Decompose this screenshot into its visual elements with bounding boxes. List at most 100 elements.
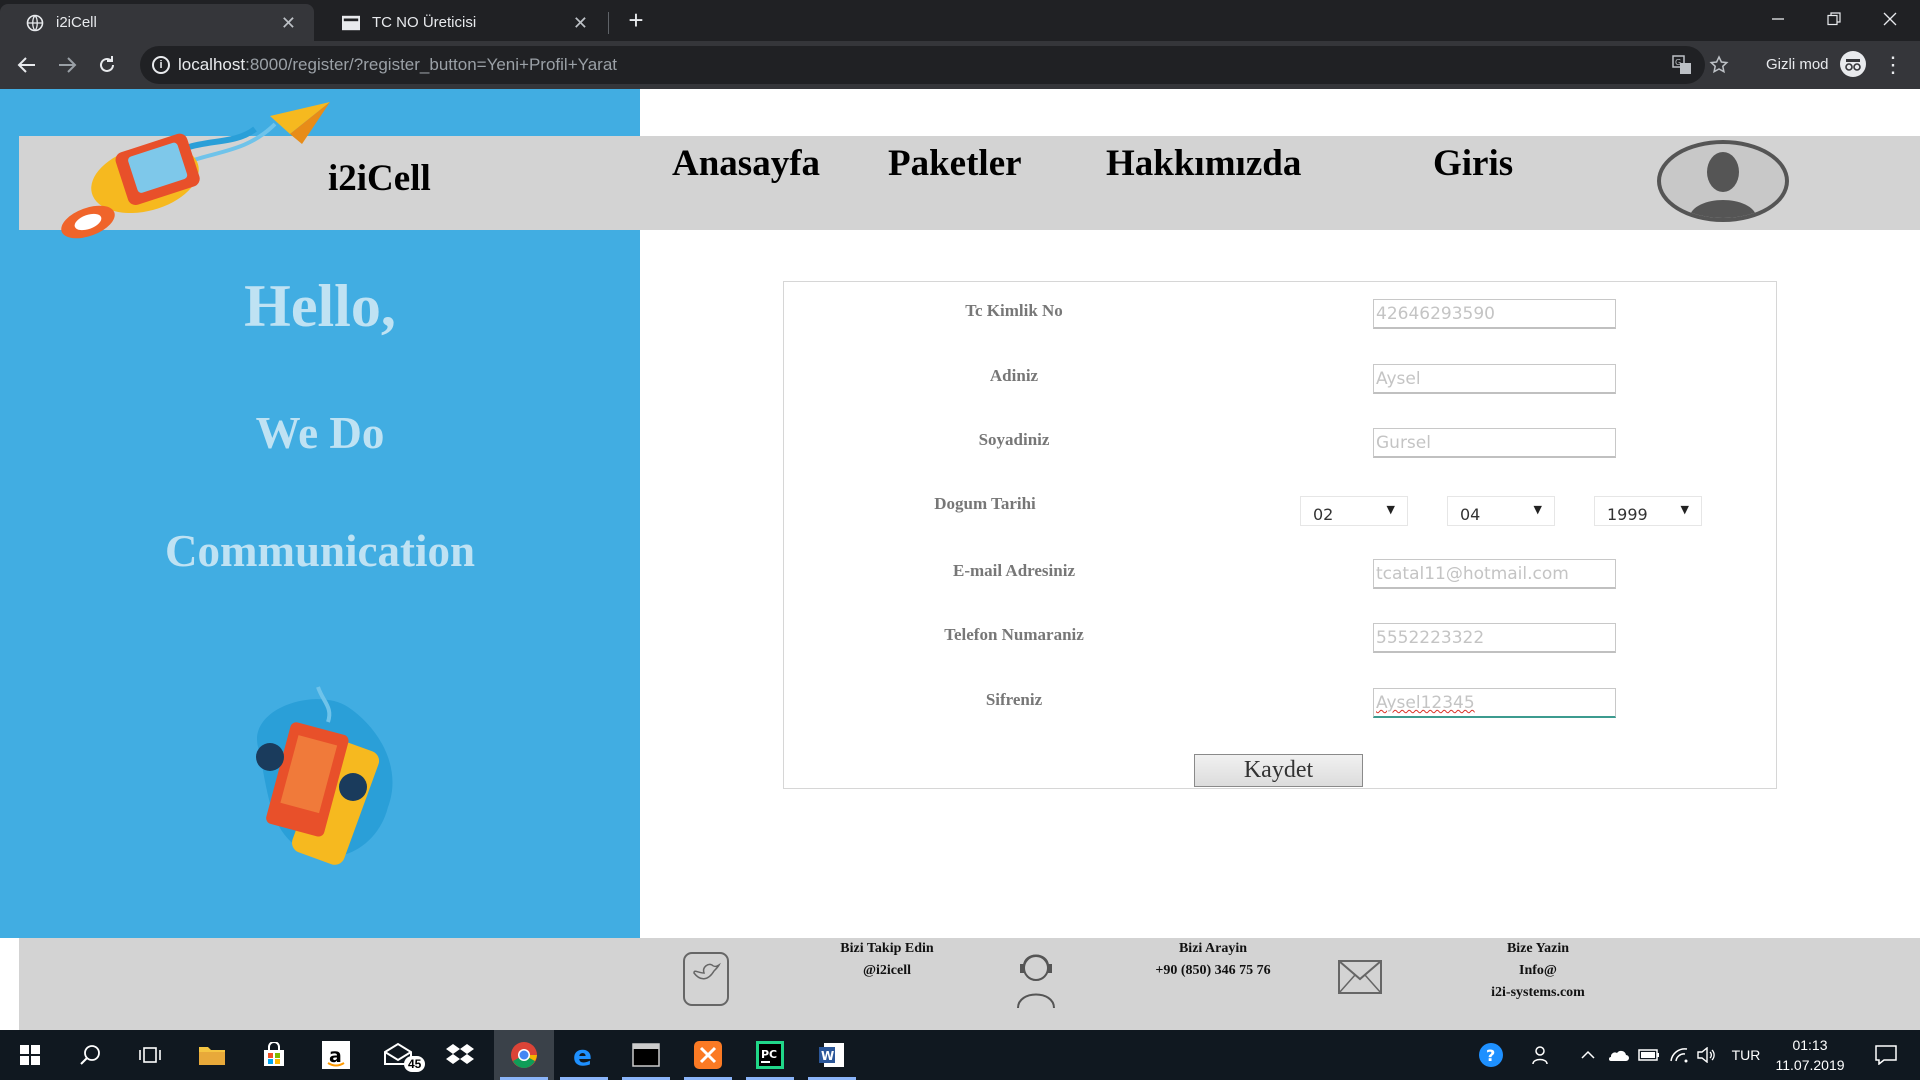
reload-icon[interactable] — [93, 51, 121, 79]
bookmark-star-icon[interactable] — [1708, 54, 1730, 76]
svg-text:W: W — [821, 1049, 834, 1063]
tc-kimlik-input[interactable]: 42646293590 — [1373, 299, 1616, 329]
telefon-label: Telefon Numaraniz — [944, 625, 1084, 644]
dropdown-caret-icon: ▼ — [1680, 503, 1689, 516]
people-icon[interactable] — [1530, 1030, 1554, 1080]
clock[interactable]: 01:13 11.07.2019 — [1772, 1030, 1848, 1080]
follow-us-block: Bizi Takip Edin @i2icell — [787, 938, 987, 982]
email-line2[interactable]: i2i-systems.com — [1413, 982, 1663, 1004]
svg-text:G: G — [1675, 58, 1681, 67]
site-info-icon[interactable]: i — [152, 56, 170, 74]
adiniz-input[interactable]: Aysel — [1373, 364, 1616, 394]
sifre-label: Sifreniz — [985, 690, 1043, 709]
terminal-icon[interactable] — [616, 1030, 676, 1080]
email-input[interactable]: tcatal11@hotmail.com — [1373, 559, 1616, 589]
write-us-block: Bize Yazin Info@ i2i-systems.com — [1413, 938, 1663, 1004]
phone-number[interactable]: +90 (850) 346 75 76 — [1088, 960, 1338, 982]
tab-i2icell[interactable]: i2iCell ✕ — [0, 4, 314, 41]
site-favicon-icon — [342, 14, 360, 32]
help-icon[interactable]: ? — [1476, 1030, 1506, 1080]
dropdown-caret-icon: ▼ — [1386, 503, 1395, 516]
twitter-handle[interactable]: @i2icell — [787, 960, 987, 982]
search-icon[interactable] — [60, 1030, 120, 1080]
word-icon[interactable]: W — [802, 1030, 862, 1080]
incognito-label[interactable]: Gizli mod — [1766, 56, 1829, 73]
incognito-icon[interactable] — [1840, 51, 1866, 77]
volume-icon[interactable] — [1694, 1030, 1720, 1080]
dropdown-caret-icon: ▼ — [1533, 503, 1542, 516]
twitter-icon[interactable] — [682, 951, 730, 1012]
telefon-input[interactable]: 5552223322 — [1373, 623, 1616, 653]
battery-icon[interactable] — [1636, 1030, 1662, 1080]
back-icon[interactable] — [13, 51, 41, 79]
hero-communication: Communication — [164, 526, 475, 576]
save-button[interactable]: Kaydet — [1194, 754, 1363, 787]
amazon-icon[interactable]: a — [306, 1030, 366, 1080]
restore-icon[interactable] — [1806, 0, 1862, 38]
url-host: localhost — [178, 55, 246, 74]
onedrive-icon[interactable] — [1604, 1030, 1632, 1080]
close-window-icon[interactable] — [1862, 0, 1918, 38]
edge-icon[interactable]: e — [554, 1030, 614, 1080]
browser-menu-icon[interactable]: ⋮ — [1880, 51, 1906, 79]
windows-taskbar: a 45 e PC W ? TUR 01:13 11.07.2019 — [0, 1030, 1920, 1080]
dob-month-select[interactable]: 04 ▼ — [1447, 496, 1555, 526]
forward-icon[interactable] — [53, 51, 81, 79]
user-avatar-icon[interactable] — [1657, 140, 1789, 222]
close-tab-icon[interactable]: ✕ — [281, 13, 296, 34]
mail-app-icon[interactable]: 45 — [368, 1030, 428, 1080]
tab-tc-no-ureticisi[interactable]: TC NO Üreticisi ✕ — [316, 4, 606, 41]
register-form: Tc Kimlik No 42646293590 Adiniz Aysel So… — [783, 281, 1777, 789]
follow-title: Bizi Takip Edin — [840, 941, 934, 956]
tab-divider — [608, 12, 609, 34]
nav-giris[interactable]: Giris — [1433, 142, 1513, 185]
chrome-icon[interactable] — [494, 1030, 554, 1080]
new-tab-button[interactable]: + — [622, 6, 650, 34]
tab-title: TC NO Üreticisi — [372, 14, 477, 31]
svg-text:?: ? — [1486, 1046, 1495, 1065]
tc-kimlik-label: Tc Kimlik No — [965, 301, 1063, 320]
dob-day-select[interactable]: 02 ▼ — [1300, 496, 1408, 526]
sifre-input[interactable]: Aysel12345 — [1373, 688, 1616, 718]
site-footer: Bizi Takip Edin @i2icell Bizi Arayin +90… — [19, 938, 1920, 1030]
minimize-icon[interactable] — [1750, 0, 1806, 38]
input-language[interactable]: TUR — [1728, 1030, 1764, 1080]
task-view-icon[interactable] — [120, 1030, 180, 1080]
chevron-up-icon[interactable] — [1576, 1030, 1600, 1080]
hero-hello: Hello, — [244, 273, 396, 339]
file-explorer-icon[interactable] — [182, 1030, 242, 1080]
support-agent-icon — [1012, 946, 1060, 1015]
mail-envelope-icon[interactable] — [1337, 959, 1383, 1000]
browser-toolbar: i localhost:8000/register/?register_butt… — [0, 41, 1920, 89]
clock-time: 01:13 — [1792, 1037, 1828, 1053]
translate-icon[interactable]: G — [1671, 54, 1693, 76]
nav-paketler[interactable]: Paketler — [888, 142, 1022, 185]
url-text[interactable]: localhost:8000/register/?register_button… — [178, 55, 617, 75]
nav-anasayfa[interactable]: Anasayfa — [672, 142, 820, 185]
notification-icon[interactable] — [1866, 1030, 1906, 1080]
dob-month-value: 04 — [1460, 505, 1481, 524]
write-title: Bize Yazin — [1506, 941, 1570, 956]
brand-logo-icon[interactable] — [40, 94, 340, 244]
brand-name[interactable]: i2iCell — [328, 157, 431, 200]
close-tab-icon[interactable]: ✕ — [573, 13, 588, 34]
microsoft-store-icon[interactable] — [244, 1030, 304, 1080]
dob-year-select[interactable]: 1999 ▼ — [1594, 496, 1702, 526]
hero-we-do: We Do — [255, 408, 385, 458]
svg-text:PC: PC — [761, 1048, 777, 1061]
xampp-icon[interactable] — [678, 1030, 738, 1080]
mail-badge: 45 — [404, 1056, 426, 1072]
windows-start-icon[interactable] — [0, 1030, 60, 1080]
nav-hakkimizda[interactable]: Hakkımızda — [1106, 142, 1301, 185]
wifi-icon[interactable] — [1666, 1030, 1692, 1080]
dob-year-value: 1999 — [1607, 505, 1648, 524]
soyadiniz-input[interactable]: Gursel — [1373, 428, 1616, 458]
soyadiniz-label: Soyadiniz — [978, 430, 1050, 449]
dropbox-icon[interactable] — [430, 1030, 490, 1080]
clock-date: 11.07.2019 — [1775, 1057, 1845, 1073]
web-page: i2iCell Anasayfa Paketler Hakkımızda Gir… — [0, 89, 1920, 1030]
address-bar[interactable]: i localhost:8000/register/?register_butt… — [140, 46, 1729, 84]
phone-illustration-icon — [228, 677, 418, 887]
email-line1[interactable]: Info@ — [1413, 960, 1663, 982]
pycharm-icon[interactable]: PC — [740, 1030, 800, 1080]
